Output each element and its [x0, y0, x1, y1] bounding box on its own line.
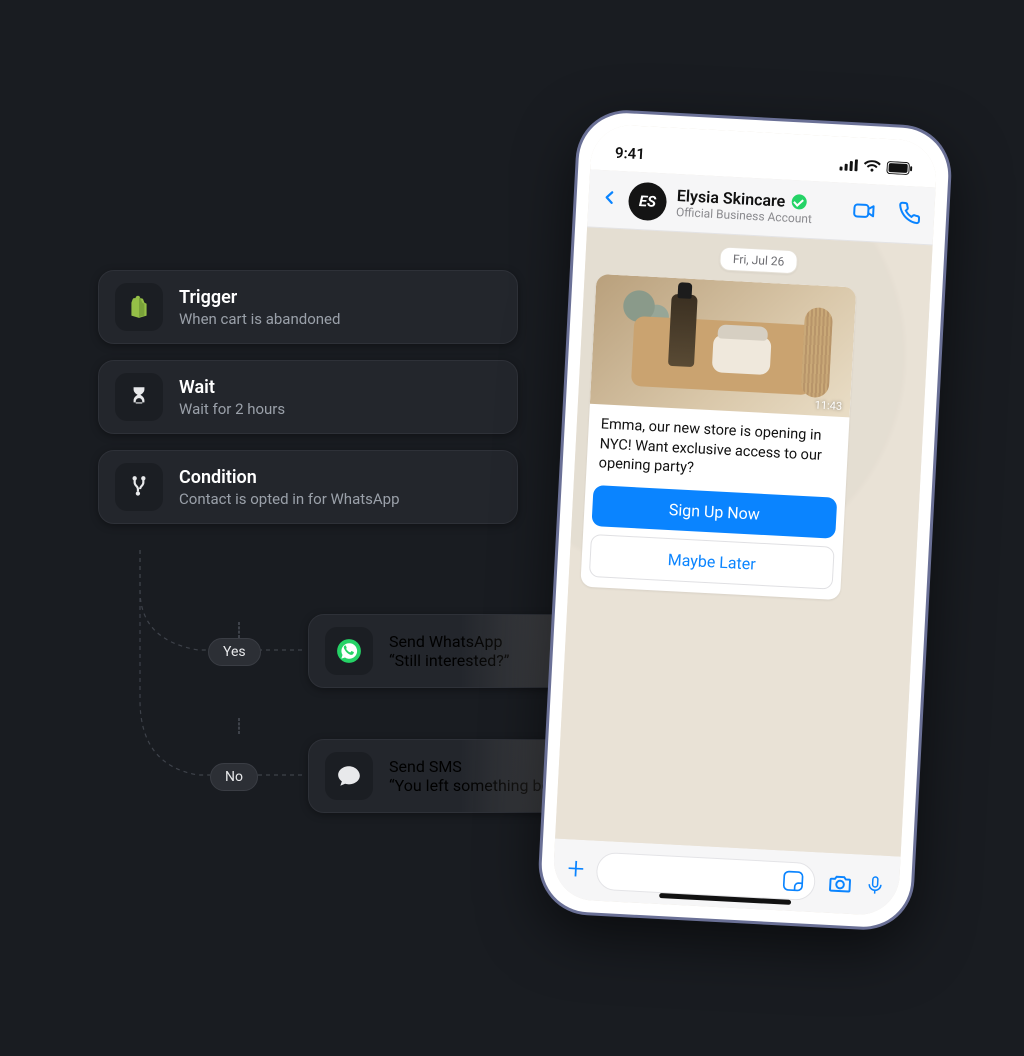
trigger-title: Trigger — [179, 287, 340, 308]
back-button[interactable] — [600, 188, 619, 211]
image-timestamp: 11:43 — [814, 398, 842, 412]
voice-call-button[interactable] — [897, 200, 922, 229]
chat-body[interactable]: Fri, Jul 26 11:43 Emma, our new store is… — [555, 227, 933, 856]
hourglass-icon — [115, 373, 163, 421]
cellular-icon — [839, 158, 858, 171]
battery-icon — [886, 160, 913, 174]
message-bubble: 11:43 Emma, our new store is opening in … — [580, 274, 856, 600]
mic-button[interactable] — [864, 872, 885, 899]
trigger-card[interactable]: Trigger When cart is abandoned — [98, 270, 518, 344]
sms-icon — [325, 752, 373, 800]
chat-title-block[interactable]: Elysia Skincare Official Business Accoun… — [676, 186, 814, 226]
camera-button[interactable] — [826, 870, 853, 897]
branch-pill-yes: Yes — [208, 638, 261, 666]
maybe-later-button[interactable]: Maybe Later — [589, 534, 835, 590]
wait-sub: Wait for 2 hours — [179, 400, 285, 418]
connector — [238, 622, 240, 638]
date-pill: Fri, Jul 26 — [719, 246, 798, 274]
status-time: 9:41 — [615, 144, 646, 164]
avatar[interactable]: ES — [628, 181, 668, 221]
trigger-sub: When cart is abandoned — [179, 310, 340, 328]
condition-card[interactable]: Condition Contact is opted in for WhatsA… — [98, 450, 518, 524]
branch-icon — [115, 463, 163, 511]
shopify-icon — [115, 283, 163, 331]
attach-button[interactable]: + — [567, 854, 585, 885]
sticker-button-icon[interactable] — [782, 869, 805, 892]
message-text: Emma, our new store is opening in NYC! W… — [586, 404, 850, 498]
connector — [238, 718, 240, 734]
condition-sub: Contact is opted in for WhatsApp — [179, 490, 400, 508]
phone-mockup: 9:41 ES Elysia Skincare Official Busines… — [539, 111, 950, 929]
condition-title: Condition — [179, 467, 400, 488]
send-whatsapp-title: Send WhatsApp — [389, 632, 510, 651]
verified-badge-icon — [791, 194, 807, 210]
branch-pill-no: No — [210, 763, 258, 791]
wait-card[interactable]: Wait Wait for 2 hours — [98, 360, 518, 434]
wait-title: Wait — [179, 377, 285, 398]
workflow: Trigger When cart is abandoned Wait Wait… — [98, 270, 518, 524]
wifi-icon — [863, 160, 881, 173]
message-input[interactable] — [595, 852, 816, 901]
video-call-button[interactable] — [852, 198, 877, 227]
message-image[interactable]: 11:43 — [590, 274, 856, 417]
send-whatsapp-sub: “Still interested?” — [389, 651, 510, 670]
whatsapp-icon — [325, 627, 373, 675]
